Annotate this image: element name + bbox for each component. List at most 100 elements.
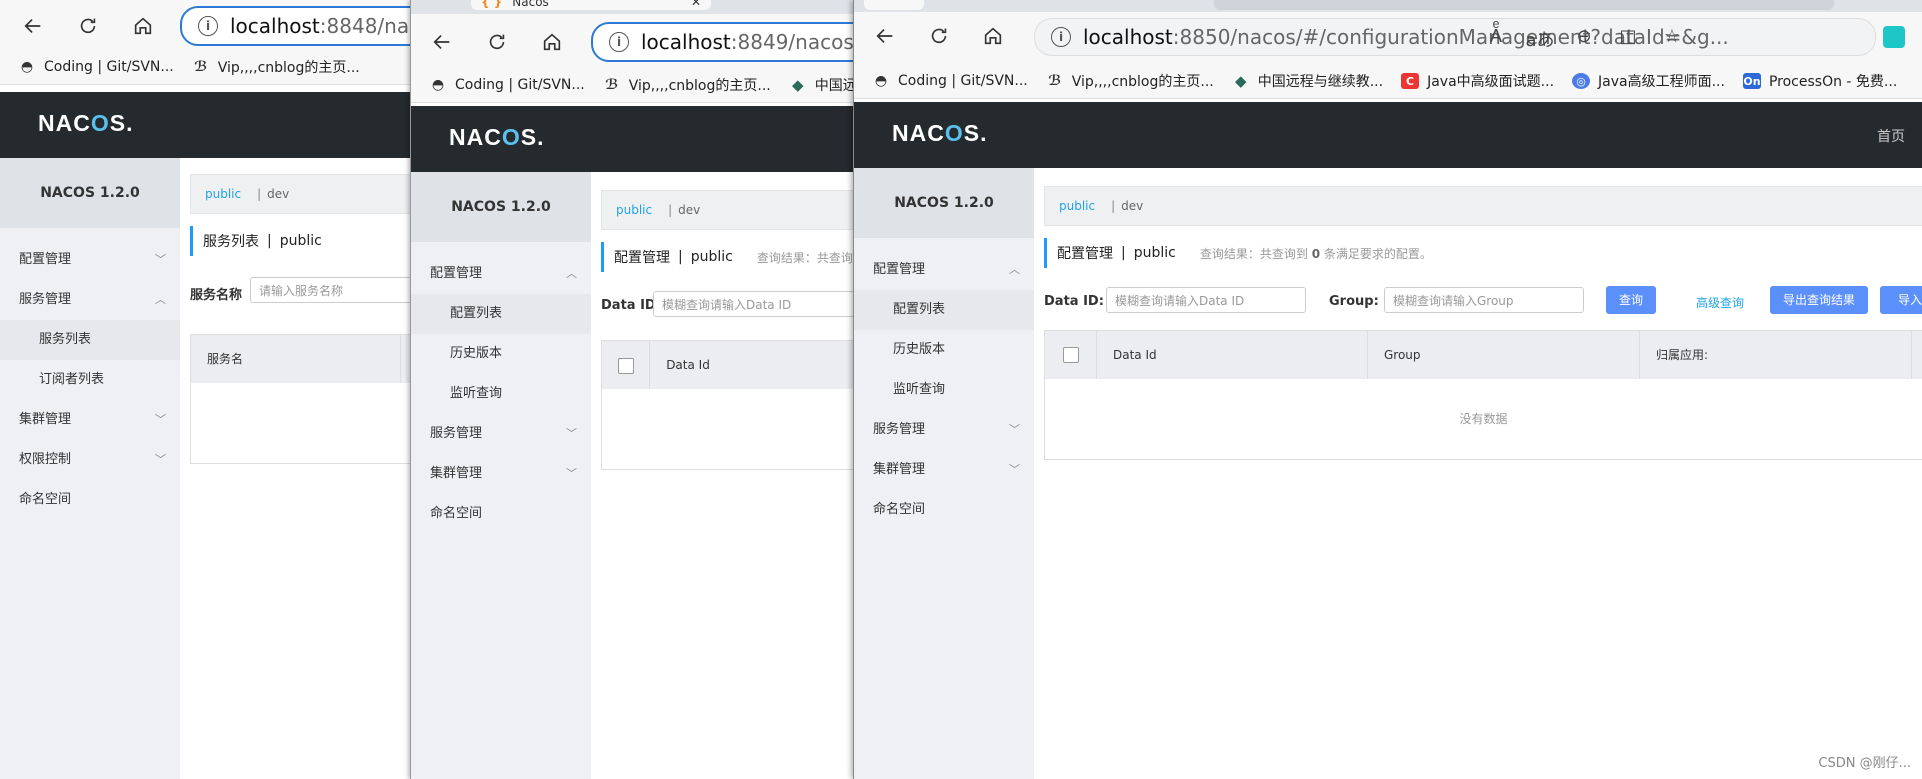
tab-other[interactable]	[1214, 0, 1834, 10]
reload-button[interactable]	[924, 22, 954, 50]
column-app[interactable]: 归属应用:	[1640, 331, 1912, 379]
home-button[interactable]	[978, 22, 1008, 50]
sidebar-item-config-list[interactable]: 配置列表	[854, 290, 1034, 330]
sidebar-item-service[interactable]: 服务管理 ﹀	[411, 414, 591, 454]
sidebar-item-service[interactable]: 服务管理 ︿	[0, 280, 180, 320]
data-id-input[interactable]: 模糊查询请输入Data ID	[653, 291, 856, 317]
extension-icon[interactable]	[1883, 26, 1905, 48]
namespace-dev[interactable]: dev	[267, 187, 289, 201]
nacos-logo[interactable]: NACOS.	[892, 120, 987, 147]
home-icon	[984, 27, 1002, 45]
close-icon[interactable]: ✕	[691, 0, 701, 10]
sidebar-item-label: 配置列表	[893, 302, 946, 317]
service-name-input[interactable]: 请输入服务名称	[250, 277, 420, 303]
read-aloud-icon[interactable]: A͏ͤ	[1474, 26, 1518, 52]
query-hint: 查询结果：共查询到	[756, 250, 856, 265]
bookmark-china-remote[interactable]: ◆ 中国远程与继续教...	[789, 75, 856, 95]
home-button[interactable]	[128, 12, 158, 40]
sidebar-item-config[interactable]: 配置管理 ﹀	[0, 240, 180, 280]
nacos-logo[interactable]: NACOS.	[38, 110, 133, 137]
chevron-down-icon: ﹀	[1009, 463, 1020, 476]
tab-page[interactable]	[864, 0, 924, 10]
bookmark-cnblog[interactable]: ℬ Vip,,,,cnblog的主页...	[1046, 71, 1214, 91]
column-data-id[interactable]: Data Id	[650, 341, 855, 389]
namespace-public[interactable]: public	[205, 187, 241, 201]
sidebar-item-history[interactable]: 历史版本	[411, 334, 591, 374]
sidebar-item-namespace[interactable]: 命名空间	[0, 480, 180, 520]
bookmark-coding[interactable]: ◓ Coding | Git/SVN...	[429, 77, 585, 93]
chevron-down-icon: ﹀	[155, 413, 166, 426]
sidebar-item-cluster[interactable]: 集群管理 ﹀	[854, 450, 1034, 490]
sidebar-item-listener[interactable]: 监听查询	[854, 370, 1034, 410]
sidebar-item-history[interactable]: 历史版本	[854, 330, 1034, 370]
sidebar-item-namespace[interactable]: 命名空间	[854, 490, 1034, 530]
reload-button[interactable]	[73, 12, 103, 40]
nav-home-link[interactable]: 首页	[1877, 126, 1905, 146]
url-input[interactable]: i localhost:8850/nacos/#/configurationMa…	[1034, 18, 1876, 56]
table-body	[191, 383, 419, 463]
url-input[interactable]: i localhost:8849/nacos/#/configurationMa…	[591, 22, 856, 62]
sidebar: NACOS 1.2.0 配置管理 ︿ 配置列表 历史版本 监听查询 服务管理 ﹀ 集…	[854, 168, 1034, 779]
column-service-name[interactable]: 服务名	[191, 335, 401, 383]
query-button[interactable]: 查询	[1606, 286, 1656, 314]
sidebar: NACOS 1.2.0 配置管理 ︿ 配置列表 历史版本 监听查询 服务管理 ﹀ 集…	[411, 172, 591, 779]
sidebar-item-listener[interactable]: 监听查询	[411, 374, 591, 414]
bookmark-coding[interactable]: ◓ Coding | Git/SVN...	[18, 59, 174, 75]
sidebar-item-service[interactable]: 服务管理 ﹀	[854, 410, 1034, 450]
sidebar-item-service-list[interactable]: 服务列表	[0, 320, 180, 360]
sidebar-item-config[interactable]: 配置管理 ︿	[854, 250, 1034, 290]
page-title: 服务列表 | public	[190, 226, 322, 256]
reload-button[interactable]	[482, 28, 512, 56]
zoom-icon[interactable]: ⊖	[1562, 26, 1606, 52]
chevron-down-icon: ﹀	[566, 427, 577, 440]
sidebar-item-subscribers[interactable]: 订阅者列表	[0, 360, 180, 400]
bookmark-china-remote[interactable]: ◆ 中国远程与继续教...	[1232, 71, 1383, 91]
column-data-id[interactable]: Data Id	[1097, 331, 1368, 379]
data-id-input[interactable]: 模糊查询请输入Data ID	[1106, 287, 1306, 313]
group-input[interactable]: 模糊查询请输入Group	[1384, 287, 1584, 313]
url-input[interactable]: i localhost:8848/nacos/#/serviceManageme…	[180, 6, 420, 46]
processon-icon: On	[1742, 73, 1761, 89]
address-toolbar: i localhost:8848/nacos/#/serviceManageme…	[0, 0, 420, 50]
import-button[interactable]: 导入	[1880, 286, 1922, 314]
tab-nacos[interactable]: { } Nacos ✕	[471, 0, 711, 10]
sidebar-item-cluster[interactable]: 集群管理 ﹀	[411, 454, 591, 494]
favorite-icon[interactable]: ☆	[1650, 26, 1694, 52]
bookmark-java-engineer[interactable]: ◎ Java高级工程师面...	[1572, 71, 1725, 91]
back-button[interactable]	[870, 22, 900, 50]
select-all-cell	[602, 341, 651, 389]
sidebar-item-config-list[interactable]: 配置列表	[411, 294, 591, 334]
translate-icon[interactable]: aあ	[1518, 26, 1562, 52]
bookmark-java-interview[interactable]: C Java中高级面试题...	[1401, 71, 1554, 91]
group-label: Group:	[1329, 294, 1379, 309]
bookmark-coding[interactable]: ◓ Coding | Git/SVN...	[872, 73, 1028, 89]
namespace-dev[interactable]: dev	[678, 203, 700, 217]
url-rest: :8848/nacos/#/serviceManagement?	[319, 14, 420, 38]
hint-prefix: 查询结果：共查询到	[1199, 246, 1308, 261]
sidebar-item-config[interactable]: 配置管理 ︿	[411, 254, 591, 294]
export-button[interactable]: 导出查询结果	[1770, 286, 1868, 314]
table-header: Data Id	[602, 341, 855, 389]
namespace-dev[interactable]: dev	[1121, 199, 1143, 213]
sidebar-item-permission[interactable]: 权限控制 ﹀	[0, 440, 180, 480]
nacos-logo[interactable]: NACOS.	[449, 124, 544, 151]
home-button[interactable]	[537, 28, 567, 56]
column-group[interactable]: Group	[1368, 331, 1640, 379]
back-button[interactable]	[18, 12, 48, 40]
chevron-down-icon: ﹀	[1009, 423, 1020, 436]
sidebar-title: NACOS 1.2.0	[854, 168, 1034, 238]
advanced-query-link[interactable]: 高级查询	[1696, 294, 1744, 311]
namespace-public[interactable]: public	[616, 203, 652, 217]
back-button[interactable]	[427, 28, 457, 56]
separator: |	[1121, 245, 1126, 261]
bookmark-cnblog[interactable]: ℬ Vip,,,,cnblog的主页...	[603, 75, 771, 95]
bookmark-processon[interactable]: On ProcessOn - 免费...	[1742, 71, 1897, 91]
split-screen-icon[interactable]: ◫	[1606, 26, 1650, 52]
sidebar-item-cluster[interactable]: 集群管理 ﹀	[0, 400, 180, 440]
bookmark-cnblog[interactable]: ℬ Vip,,,,cnblog的主页...	[192, 57, 360, 77]
select-all-checkbox[interactable]	[617, 358, 634, 374]
namespace-public[interactable]: public	[1059, 199, 1095, 213]
sidebar-item-label: 配置列表	[450, 306, 503, 321]
sidebar-item-namespace[interactable]: 命名空间	[411, 494, 591, 534]
select-all-checkbox[interactable]	[1062, 347, 1079, 363]
